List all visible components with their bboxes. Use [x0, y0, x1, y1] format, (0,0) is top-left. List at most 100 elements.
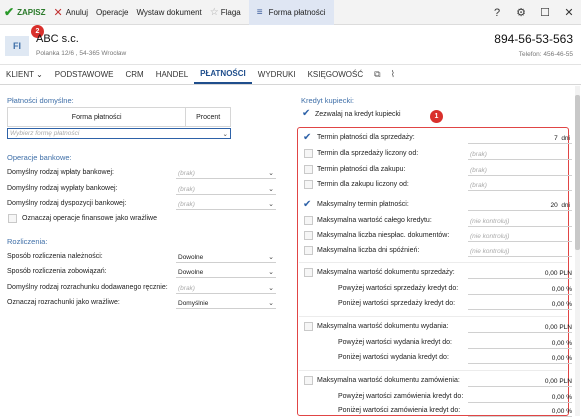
max-sales-doc-value: 0,00 PLN	[544, 269, 572, 277]
checkmark-icon: ✔	[4, 5, 15, 19]
above-sales-value: 0,00 %	[551, 285, 572, 293]
sales-payment-term-value: 7	[554, 134, 558, 142]
settlements-title: Rozliczenia:	[7, 237, 48, 246]
tab-basic[interactable]: PODSTAWOWE	[49, 64, 120, 84]
row-checkbox-checked[interactable]: ✔	[303, 133, 311, 143]
incoming-transfer-value: (brak)	[178, 169, 195, 177]
sales-payment-term-field[interactable]: 7 dni	[468, 133, 572, 144]
col-payment-form: Forma płatności	[8, 108, 187, 126]
tab-payment-form[interactable]: ≡ Forma płatności	[248, 0, 334, 25]
row-checkbox[interactable]	[304, 231, 313, 240]
save-button[interactable]: ✔ ZAPISZ	[0, 0, 50, 25]
question-icon[interactable]: ?	[485, 7, 509, 19]
receivables-settlement-value: Dowolne	[178, 253, 204, 261]
allow-credit-checkbox[interactable]: ✔	[302, 109, 310, 119]
operations-menu[interactable]: Operacje	[92, 0, 132, 25]
row-checkbox[interactable]	[304, 246, 313, 255]
tab-prints[interactable]: WYDRUKI	[252, 64, 302, 84]
tab-accounting[interactable]: KSIĘGOWOŚĆ	[302, 64, 370, 84]
row-checkbox-checked[interactable]: ✔	[303, 200, 311, 210]
bank-operations-title: Operacje bankowe:	[7, 153, 72, 162]
purchase-payment-term-field[interactable]: (brak)	[468, 165, 572, 176]
sales-payment-term-label: Termin płatności dla sprzedaży:	[317, 134, 415, 141]
tab-payment-form-label: Forma płatności	[268, 7, 326, 17]
max-late-days-label: Maksymalna liczba dni spóźnień:	[317, 247, 420, 254]
payment-form-select[interactable]: Wybierz formę płatności ⌄	[7, 128, 231, 139]
receivables-settlement-label: Sposób rozliczenia należności:	[7, 253, 103, 260]
max-order-doc-field[interactable]: 0,00 PLN	[468, 376, 572, 387]
max-late-days-field[interactable]: (nie kontroluj)	[468, 246, 572, 257]
max-unpaid-docs-label: Maksymalna liczba niespłac. dokumentów:	[317, 232, 450, 239]
below-sales-label: Poniżej wartości sprzedaży kredyt do:	[338, 300, 456, 307]
group-divider	[299, 370, 567, 371]
manual-settlement-label: Domyślny rodzaj rozrachunku dodawanego r…	[7, 284, 168, 291]
above-sales-label: Powyżej wartości sprzedaży kredyt do:	[338, 285, 459, 292]
bank-disposition-label: Domyślny rodzaj dyspozycji bankowej:	[7, 200, 127, 207]
max-unpaid-docs-field[interactable]: (nie kontroluj)	[468, 231, 572, 242]
annotation-badge-1: 1	[430, 110, 443, 123]
tax-id: 894-56-53-563	[494, 32, 573, 46]
tab-trade[interactable]: HANDEL	[150, 64, 194, 84]
close-icon[interactable]: ✕	[557, 6, 581, 19]
max-issue-doc-value: 0,00 PLN	[544, 323, 572, 331]
tab-crm[interactable]: CRM	[119, 64, 149, 84]
row-checkbox[interactable]	[304, 216, 313, 225]
row-checkbox[interactable]	[304, 180, 313, 189]
row-checkbox[interactable]	[304, 268, 313, 277]
max-late-days-value: (nie kontroluj)	[470, 247, 510, 255]
sensitive-operations-checkbox[interactable]	[8, 214, 17, 223]
allow-credit-label: Zezwalaj na kredyt kupiecki	[315, 111, 401, 118]
below-sales-field[interactable]: 0,00 %	[468, 299, 572, 310]
flag-button[interactable]: ☆ Flaga	[206, 0, 245, 25]
max-payment-term-field[interactable]: 20 dni	[468, 200, 572, 211]
purchase-payment-term-value: (brak)	[470, 166, 487, 174]
purchase-payment-term-label: Termin płatności dla zakupu:	[317, 166, 406, 173]
max-issue-doc-field[interactable]: 0,00 PLN	[468, 322, 572, 333]
max-sales-doc-field[interactable]: 0,00 PLN	[468, 268, 572, 279]
col-percent: Procent	[196, 113, 221, 121]
cancel-button[interactable]: ✕ Anuluj	[50, 0, 92, 25]
maximize-icon[interactable]: ☐	[533, 6, 557, 19]
manual-settlement-select[interactable]: (brak) ⌄	[176, 283, 276, 294]
copy-icon[interactable]: ⧉	[369, 64, 385, 84]
manual-settlement-value: (brak)	[178, 284, 195, 292]
outgoing-transfer-value: (brak)	[178, 185, 195, 193]
above-issue-label: Powyżej wartości wydania kredyt do:	[338, 339, 452, 346]
row-checkbox[interactable]	[304, 322, 313, 331]
paperclip-icon[interactable]: ⌇	[386, 64, 400, 84]
list-icon: ≡	[256, 6, 263, 18]
max-credit-value-field[interactable]: (nie kontroluj)	[468, 216, 572, 227]
row-checkbox[interactable]	[304, 149, 313, 158]
bank-disposition-select[interactable]: (brak) ⌄	[176, 199, 276, 210]
max-credit-value-value: (nie kontroluj)	[470, 217, 510, 225]
days-unit: dni	[561, 201, 570, 209]
receivables-settlement-select[interactable]: Dowolne ⌄	[176, 252, 276, 263]
row-checkbox[interactable]	[304, 165, 313, 174]
below-issue-field[interactable]: 0,00 %	[468, 353, 572, 364]
outgoing-transfer-select[interactable]: (brak) ⌄	[176, 184, 276, 195]
sensitive-settlements-select[interactable]: Domyślnie ⌄	[176, 298, 276, 309]
liabilities-settlement-select[interactable]: Dowolne ⌄	[176, 267, 276, 278]
tab-client[interactable]: KLIENT ⌄	[0, 64, 49, 84]
days-unit: dni	[561, 134, 570, 142]
sensitive-settlements-value: Domyślnie	[178, 299, 209, 307]
settings-icon[interactable]: ⚙	[509, 6, 533, 19]
incoming-transfer-select[interactable]: (brak) ⌄	[176, 168, 276, 179]
issue-document-menu[interactable]: Wystaw dokument	[132, 0, 205, 25]
scrollbar-thumb[interactable]	[575, 95, 580, 250]
max-credit-value-label: Maksymalna wartość całego kredytu:	[317, 217, 432, 224]
bank-disposition-value: (brak)	[178, 200, 195, 208]
sensitive-settlements-label: Oznaczaj rozrachunki jako wrażliwe:	[7, 299, 120, 306]
above-order-field[interactable]: 0,00 %	[468, 392, 572, 403]
purchase-term-from-field[interactable]: (brak)	[468, 180, 572, 191]
incoming-transfer-label: Domyślny rodzaj wpłaty bankowej:	[7, 169, 114, 176]
above-sales-field[interactable]: 0,00 %	[468, 284, 572, 295]
below-order-field[interactable]: 0,00 %	[468, 406, 572, 417]
above-issue-field[interactable]: 0,00 %	[468, 338, 572, 349]
liabilities-settlement-label: Sposób rozliczenia zobowiązań:	[7, 268, 107, 275]
max-unpaid-docs-value: (nie kontroluj)	[470, 232, 510, 240]
tab-bar: KLIENT ⌄ PODSTAWOWE CRM HANDEL PŁATNOŚCI…	[0, 65, 581, 85]
tab-payments[interactable]: PŁATNOŚCI	[194, 64, 252, 84]
row-checkbox[interactable]	[304, 376, 313, 385]
sales-term-from-field[interactable]: (brak)	[468, 149, 572, 160]
